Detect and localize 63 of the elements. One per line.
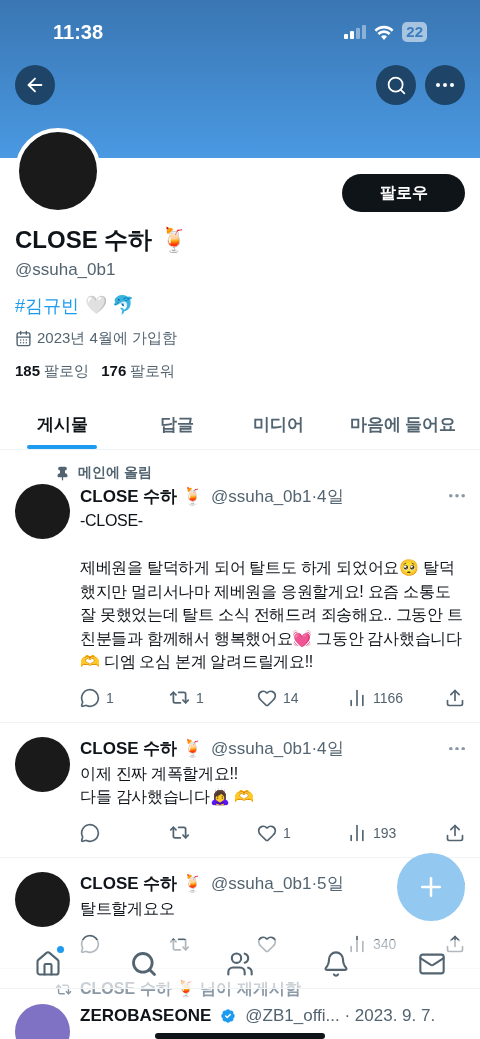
- bell-icon: [322, 950, 350, 978]
- battery-level: 22: [402, 22, 427, 42]
- profile-tab[interactable]: 마음에 들어요: [326, 399, 480, 449]
- signal-icon: [344, 25, 367, 39]
- tweet-text: -CLOSE- 제베원을 탈덕하게 되어 탈트도 하게 되었어요🥺 탈덕했지만 멀리서나마 제베원을 응원할게요! 요즘 소통도 잘 못했었는데 탈트 소식 전해드려 죄송해요.. 그동안 트친분들과 함께해서 행복했어요💓 그동안 감사했습니다🫶 디엠 오심 본계 알려드릴게요!!: [80, 511, 464, 672]
- following-count[interactable]: 185 팔로잉: [15, 362, 90, 381]
- status-time: 11:38: [53, 20, 104, 44]
- back-button[interactable]: [15, 65, 55, 105]
- calendar-icon: [15, 330, 32, 347]
- tweet-meta: @ssuha_0b1·4일: [211, 738, 344, 760]
- reply-icon[interactable]: [80, 687, 100, 708]
- tweet-author: ZEROBASEONE: [80, 1006, 212, 1026]
- search-button[interactable]: [376, 65, 416, 105]
- tab-indicator: [27, 445, 97, 449]
- join-date: 2023년 4월에 가입함: [37, 329, 178, 348]
- view-count: 1166: [373, 689, 404, 706]
- profile-tab[interactable]: 답글: [124, 399, 230, 449]
- like-count: 1: [283, 824, 291, 841]
- pinned-label: 메인에 올림: [78, 464, 152, 482]
- tweet-meta: @ssuha_0b1·4일: [211, 485, 344, 508]
- repost-count: 1: [196, 689, 204, 706]
- bio-emoji: 🤍 🐬: [85, 294, 135, 317]
- share-icon[interactable]: [445, 822, 465, 843]
- nav-button[interactable]: [322, 950, 350, 978]
- wifi-icon: [374, 24, 395, 40]
- reply-icon[interactable]: [80, 934, 100, 954]
- search-icon: [385, 74, 407, 96]
- pin-icon: [55, 465, 70, 481]
- view-count: 340: [373, 936, 397, 952]
- profile-tab[interactable]: 게시물: [0, 399, 124, 449]
- tweet-text: 이제 진짜 계폭할게요!! 다들 감사했습니다🙇‍♀ 🫶: [80, 763, 254, 808]
- views-icon[interactable]: [347, 687, 367, 708]
- tweet-author: CLOSE 수하 🍹: [80, 873, 203, 895]
- people-icon: [226, 950, 254, 978]
- profile-handle: @ssuha_0b1: [15, 260, 117, 280]
- more-button[interactable]: [425, 65, 465, 105]
- tweet-meta: @ZB1_offi... · 2023. 9. 7.: [245, 1006, 436, 1026]
- profile-name: CLOSE 수하 🍹: [15, 225, 190, 255]
- reply-count: 1: [106, 689, 114, 706]
- follow-button[interactable]: 팔로우: [342, 174, 465, 212]
- like-count: 14: [283, 689, 299, 706]
- tweet-avatar: [15, 484, 70, 539]
- heart-icon[interactable]: [257, 687, 277, 708]
- tweet-meta: @ssuha_0b1·5일: [211, 873, 344, 895]
- tweet-avatar: [15, 871, 70, 927]
- share-icon[interactable]: [445, 687, 465, 708]
- nav-button[interactable]: [226, 950, 254, 978]
- search-icon: [130, 950, 158, 978]
- views-icon[interactable]: [347, 822, 367, 843]
- more-icon[interactable]: [436, 83, 454, 87]
- home-icon: [34, 950, 62, 978]
- tweet-avatar: [15, 736, 70, 792]
- heart-icon[interactable]: [257, 934, 277, 954]
- share-icon[interactable]: [445, 934, 465, 954]
- followers-count[interactable]: 176 팔로워: [101, 362, 176, 381]
- heart-icon[interactable]: [257, 822, 277, 843]
- view-count: 193: [373, 824, 397, 841]
- nav-button[interactable]: [130, 950, 158, 978]
- reply-icon[interactable]: [80, 822, 100, 843]
- tweet-author: CLOSE 수하 🍹: [80, 485, 203, 508]
- tweet-text: 탈트할게요오: [80, 898, 175, 919]
- tweet-author: CLOSE 수하 🍹: [80, 738, 203, 760]
- profile-tab[interactable]: 미디어: [230, 399, 326, 449]
